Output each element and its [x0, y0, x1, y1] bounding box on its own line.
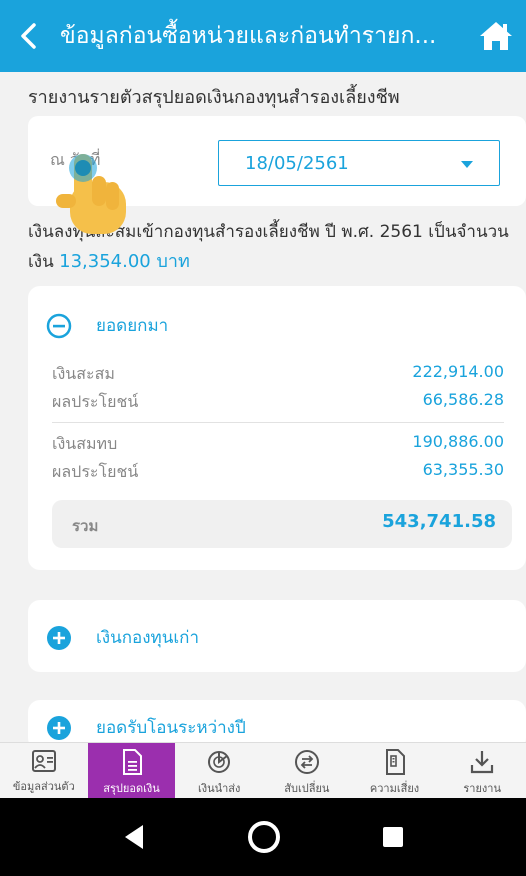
nav-label: สับเปลี่ยน	[284, 782, 330, 795]
total-value: 543,741.58	[382, 511, 496, 532]
pie-chart-icon	[208, 751, 231, 773]
nav-label: เงินนำส่ง	[197, 782, 241, 795]
date-card: ณ วันที่ 18/05/2561	[28, 116, 526, 206]
row-key: ผลประโยชน์	[52, 462, 139, 481]
nav-label: ความเสี่ยง	[369, 782, 420, 795]
carried-forward-label: ยอดยกมา	[96, 316, 169, 336]
nav-label: รายงาน	[463, 782, 501, 795]
contribution-info: เงินลงทุนสะสมเข้ากองทุนสำรองเลี้ยงชีพ ปี…	[28, 218, 526, 277]
old-fund-label: เงินกองทุนเก่า	[96, 628, 200, 648]
collapse-minus-icon	[46, 313, 72, 338]
nav-label: ข้อมูลส่วนตัว	[12, 780, 75, 793]
old-fund-toggle[interactable]: เงินกองทุนเก่า	[46, 624, 199, 651]
date-value: 18/05/2561	[245, 153, 349, 174]
divider	[52, 422, 504, 423]
transfer-toggle[interactable]: ยอดรับโอนระหว่างปี	[46, 714, 246, 741]
home-button[interactable]	[466, 0, 526, 72]
row-value: 190,886.00	[412, 432, 504, 451]
report-subtitle: รายงานรายตัวสรุปยอดเงินกองทุนสำรองเลี้ยง…	[28, 87, 400, 108]
total-label: รวม	[72, 517, 99, 535]
date-label: ณ วันที่	[50, 150, 101, 169]
profile-icon	[31, 750, 56, 772]
switch-icon	[294, 750, 319, 774]
home-icon	[480, 22, 512, 50]
total-row: รวม 543,741.58	[52, 500, 512, 548]
system-home-icon[interactable]	[246, 819, 282, 855]
nav-item-profile[interactable]: ข้อมูลส่วนตัว	[0, 743, 88, 798]
page-title: ข้อมูลก่อนซื้อหน่วยและก่อนทำรายก...	[60, 23, 437, 49]
contribution-amount: 13,354.00 บาท	[59, 251, 190, 272]
row-key: เงินสะสม	[52, 364, 115, 383]
system-nav-bar	[0, 798, 526, 876]
nav-item-switch[interactable]: สับเปลี่ยน	[263, 743, 351, 798]
old-fund-card[interactable]: เงินกองทุนเก่า	[28, 600, 526, 672]
row-value: 222,914.00	[412, 362, 504, 381]
row-value: 66,586.28	[422, 390, 504, 409]
nav-label: สรุปยอดเงิน	[103, 782, 160, 795]
document-icon	[122, 749, 142, 775]
expand-plus-icon	[47, 625, 71, 650]
carried-forward-card: ยอดยกมา เงินสะสม 222,914.00 ผลประโยชน์ 6…	[28, 286, 526, 570]
dropdown-caret-icon	[461, 161, 473, 168]
date-select[interactable]: 18/05/2561	[218, 140, 500, 186]
bottom-navigation: ข้อมูลส่วนตัว สรุปยอดเงิน เงินนำส่ง สับเ…	[0, 742, 526, 798]
system-recents-icon[interactable]	[379, 823, 407, 851]
expand-plus-icon	[47, 715, 71, 740]
row-key: เงินสมทบ	[52, 434, 118, 453]
back-button[interactable]	[0, 0, 56, 72]
nav-item-summary[interactable]: สรุปยอดเงิน	[87, 743, 176, 798]
carried-forward-toggle[interactable]: ยอดยกมา	[46, 312, 168, 339]
transfer-label: ยอดรับโอนระหว่างปี	[96, 718, 246, 738]
system-back-icon[interactable]	[119, 822, 149, 852]
nav-item-remittance[interactable]: เงินนำส่ง	[175, 743, 263, 798]
nav-item-report[interactable]: รายงาน	[438, 743, 526, 798]
row-key: ผลประโยชน์	[52, 392, 139, 411]
back-chevron-icon	[21, 23, 36, 49]
nav-item-risk[interactable]: ความเสี่ยง	[351, 743, 439, 798]
download-icon	[471, 751, 494, 774]
risk-doc-icon	[385, 749, 405, 775]
app-header: ข้อมูลก่อนซื้อหน่วยและก่อนทำรายก...	[0, 0, 526, 72]
row-value: 63,355.30	[422, 460, 504, 479]
